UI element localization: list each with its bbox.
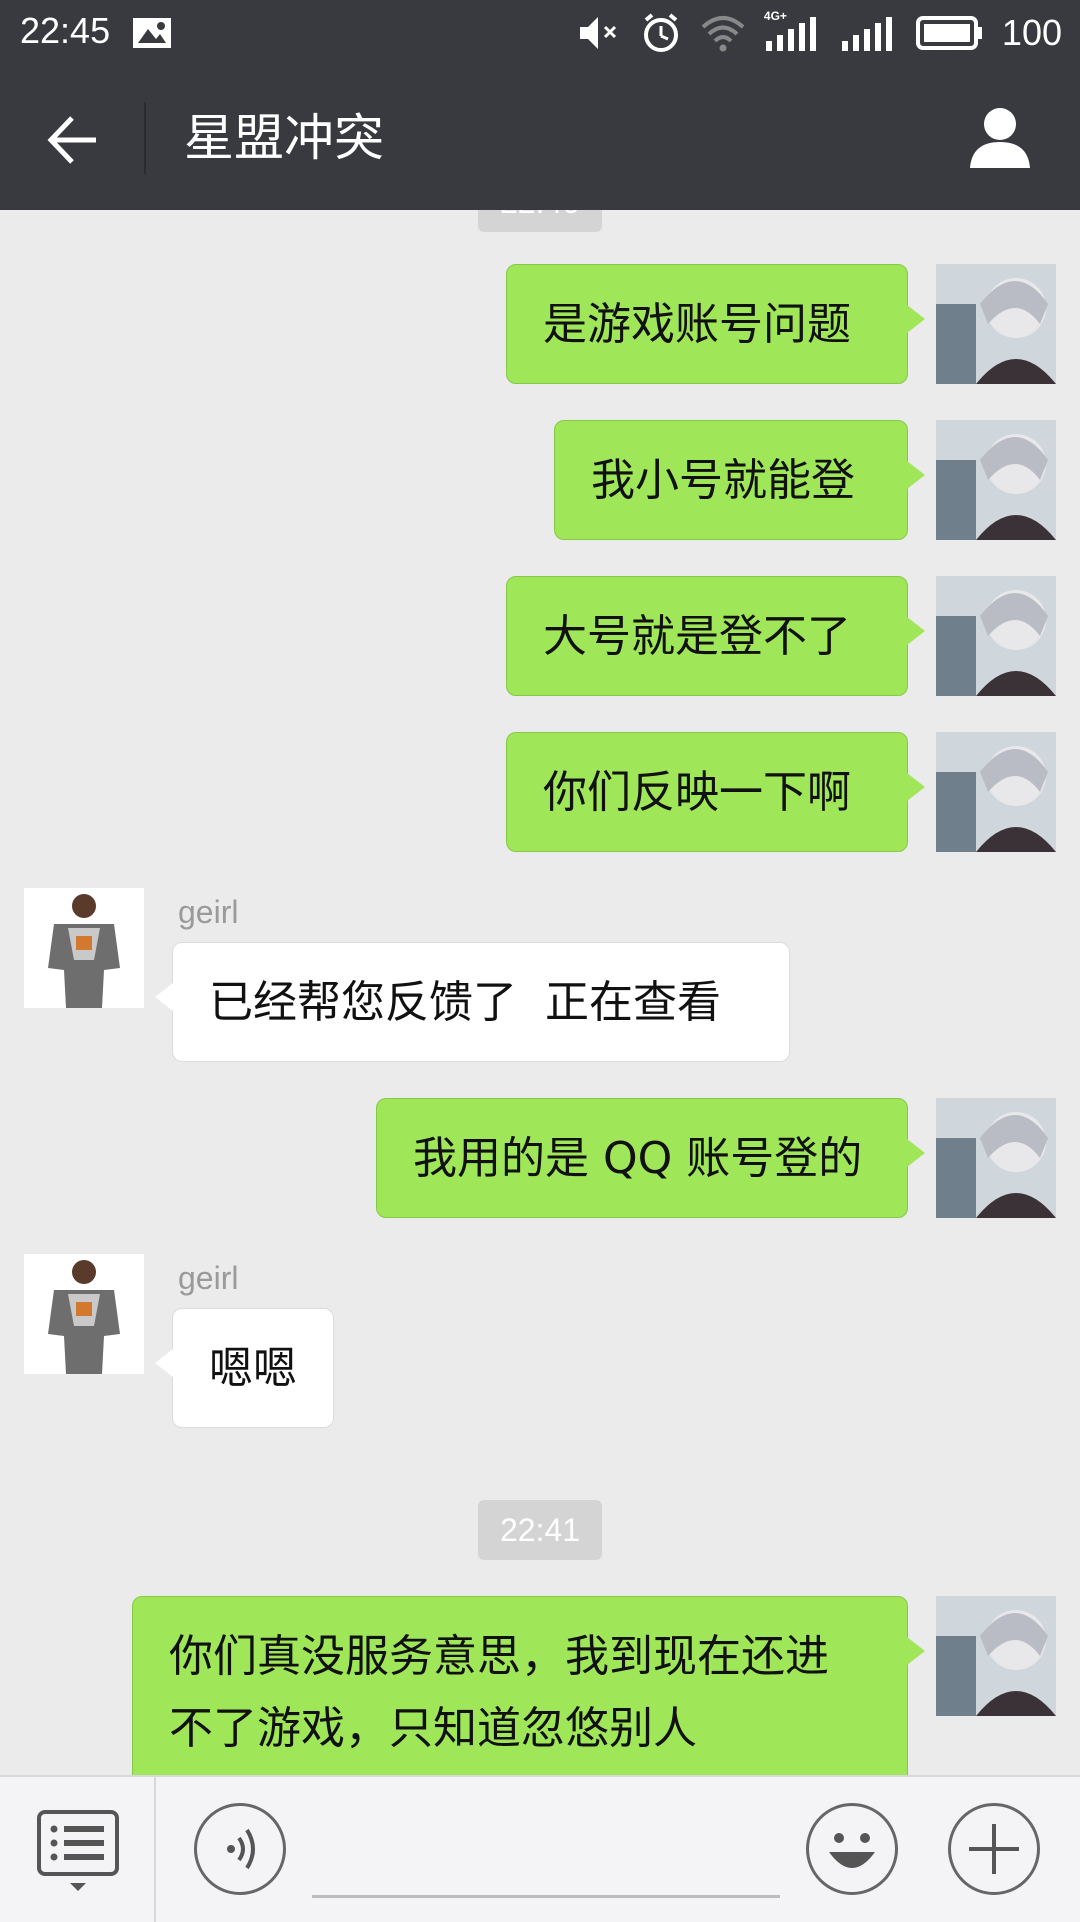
image-notification-icon bbox=[133, 18, 171, 48]
message-bubble-me[interactable]: 你们反映一下啊 bbox=[506, 732, 925, 852]
back-arrow-icon[interactable] bbox=[44, 110, 104, 170]
alarm-icon bbox=[643, 13, 678, 52]
person-icon[interactable] bbox=[966, 104, 1034, 172]
title-divider bbox=[144, 102, 146, 174]
timestamp: 22:41 bbox=[478, 1500, 602, 1560]
avatar-contact[interactable] bbox=[24, 1254, 144, 1374]
mute-icon bbox=[579, 17, 616, 49]
emoji-button[interactable] bbox=[806, 1803, 898, 1895]
mobile-signal-icon bbox=[765, 17, 816, 51]
signal-icon bbox=[841, 17, 892, 51]
avatar-contact[interactable] bbox=[24, 888, 144, 1008]
message-bubble-me[interactable]: 你们真没服务意思，我到现在还进不了游戏，只知道忽悠别人 bbox=[132, 1596, 925, 1775]
sender-name: geirl bbox=[178, 1260, 239, 1296]
voice-button[interactable] bbox=[194, 1803, 286, 1895]
avatar-me[interactable] bbox=[936, 420, 1056, 540]
plus-icon bbox=[969, 1824, 1019, 1874]
network-indicator: 4G+ bbox=[764, 9, 822, 53]
plus-button[interactable] bbox=[948, 1803, 1040, 1895]
message-bubble-contact[interactable]: 已经帮您反馈了 正在查看 bbox=[155, 942, 790, 1062]
message-bubble-me[interactable]: 我用的是 QQ 账号登的 bbox=[376, 1098, 925, 1218]
message-bubble-me[interactable]: 是游戏账号问题 bbox=[506, 264, 925, 384]
message-bubble-contact[interactable]: 嗯嗯 bbox=[155, 1308, 334, 1428]
sender-name: geirl bbox=[178, 894, 239, 930]
avatar-me[interactable] bbox=[936, 1596, 1056, 1716]
message-bubble-me[interactable]: 大号就是登不了 bbox=[506, 576, 925, 696]
battery-icon bbox=[915, 16, 982, 50]
status-bar: 22:45 4G+ 100 bbox=[0, 0, 1080, 66]
bottom-divider bbox=[154, 1777, 156, 1922]
message-input[interactable] bbox=[312, 1895, 780, 1898]
avatar-me[interactable] bbox=[936, 576, 1056, 696]
input-bar bbox=[0, 1775, 1080, 1922]
title-bar: 星盟冲突 bbox=[0, 66, 1080, 210]
emoji-icon bbox=[829, 1833, 875, 1868]
timestamp: 22:40 bbox=[478, 210, 602, 232]
menu-keyboard-icon[interactable] bbox=[36, 1809, 120, 1895]
battery-level: 100 bbox=[1001, 12, 1062, 53]
avatar-me[interactable] bbox=[936, 1098, 1056, 1218]
message-bubble-me[interactable]: 我小号就能登 bbox=[554, 420, 925, 540]
avatar-me[interactable] bbox=[936, 732, 1056, 852]
wifi-icon bbox=[701, 16, 745, 52]
chat-title: 星盟冲突 bbox=[184, 109, 384, 167]
voice-icon bbox=[227, 1828, 255, 1870]
avatar-me[interactable] bbox=[936, 264, 1056, 384]
chat-area[interactable]: 22:40 是游戏账号问题 我小号就能登 大号就是登不了 bbox=[0, 210, 1080, 1775]
status-time: 22:45 bbox=[20, 10, 111, 51]
